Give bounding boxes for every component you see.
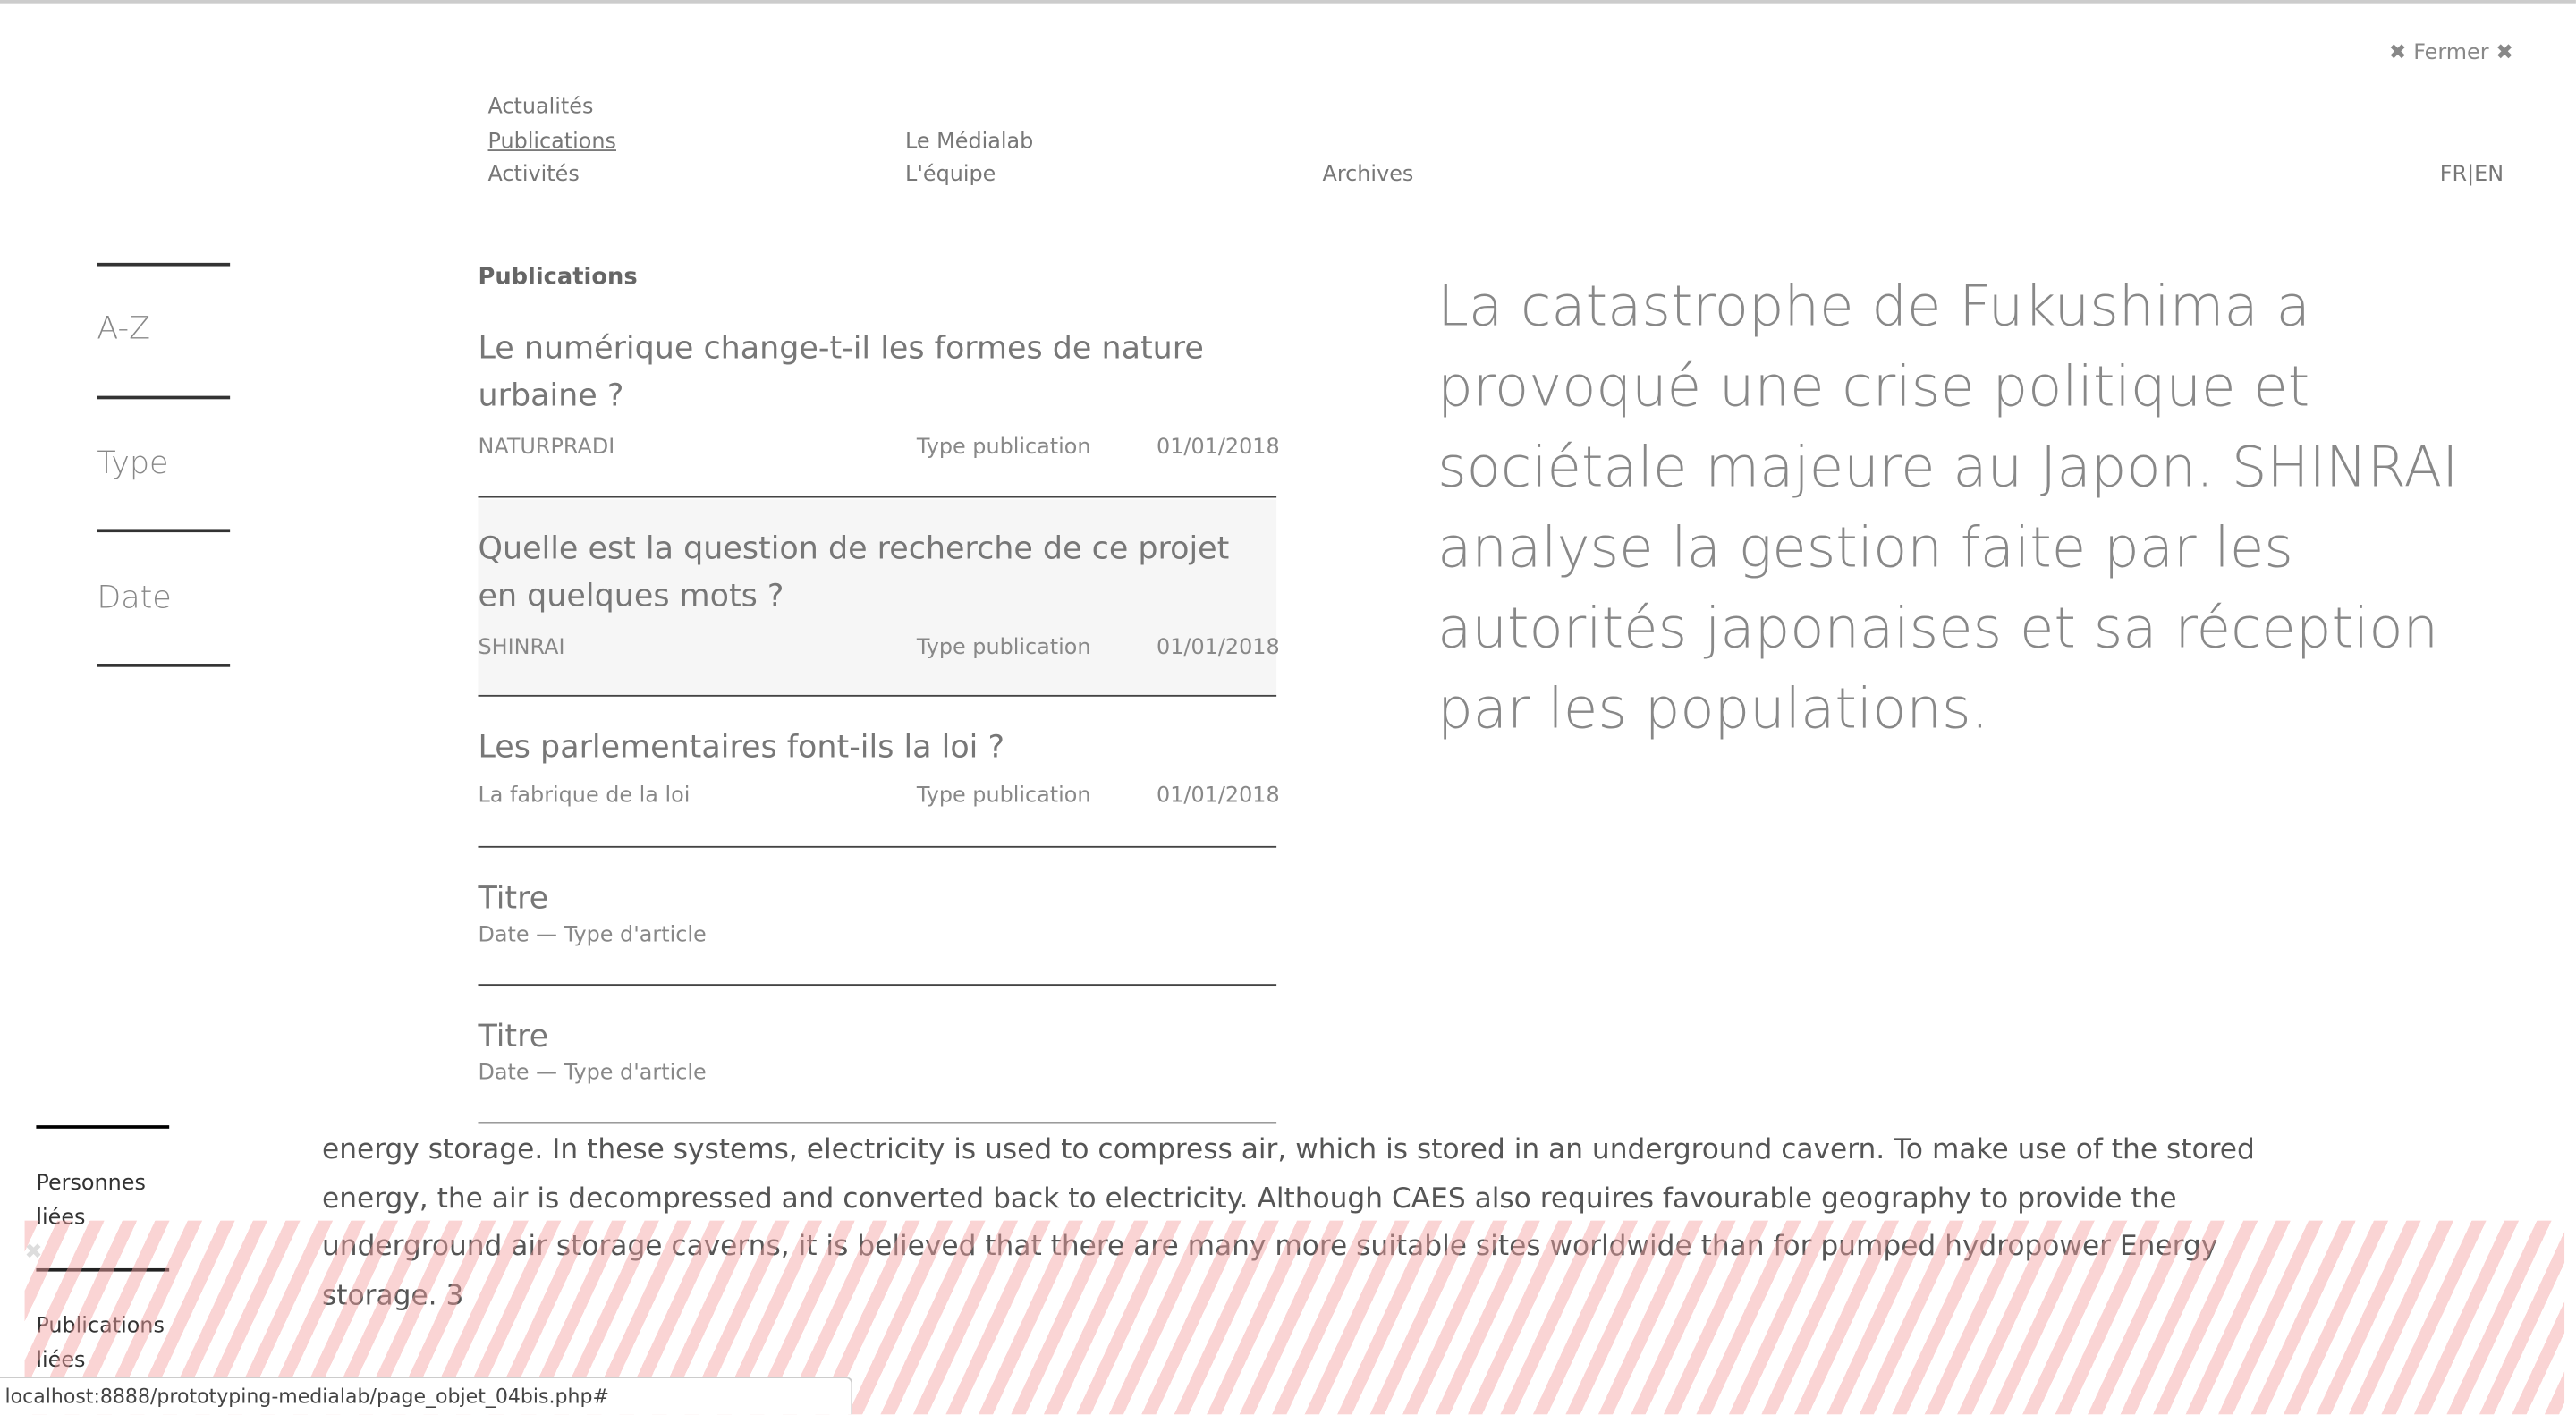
divider xyxy=(36,1125,170,1129)
close-icon[interactable]: ✖ xyxy=(25,1241,43,1266)
filter-type[interactable]: Type xyxy=(97,445,168,481)
item-date: 01/01/2018 xyxy=(1157,435,1280,461)
divider xyxy=(97,262,231,266)
item-project: SHINRAI xyxy=(478,635,565,661)
close-icon: ✖ xyxy=(2496,40,2514,66)
publication-item[interactable]: Quelle est la question de recherche de c… xyxy=(478,499,1280,697)
nav-actualites[interactable]: Actualités xyxy=(487,96,593,121)
nav-link[interactable]: L'équipe xyxy=(905,163,996,188)
divider xyxy=(97,395,231,399)
item-project: La fabrique de la loi xyxy=(478,784,691,809)
item-meta: Date — Type d'article xyxy=(478,1061,707,1087)
close-button[interactable]: ✖ Fermer ✖ xyxy=(2389,41,2514,66)
publication-item[interactable]: Le numérique change-t-il les formes de n… xyxy=(478,326,1280,498)
divider xyxy=(97,529,231,532)
item-title[interactable]: Titre xyxy=(478,987,1276,1062)
item-title[interactable]: Titre xyxy=(478,850,1276,924)
nav-link[interactable]: Actualités xyxy=(487,96,593,121)
list-heading: Publications xyxy=(478,264,638,292)
close-label: Fermer xyxy=(2413,40,2489,66)
nav-publications[interactable]: Publications xyxy=(487,130,615,155)
item-title[interactable]: Le numérique change-t-il les formes de n… xyxy=(478,326,1276,421)
item-title[interactable]: Quelle est la question de recherche de c… xyxy=(478,499,1276,621)
item-type: Type publication xyxy=(916,435,1091,461)
nav-archives[interactable]: Archives xyxy=(1323,163,1414,188)
body-text: energy storage. In these systems, electr… xyxy=(321,1133,2255,1312)
nav-link[interactable]: Activités xyxy=(487,163,579,188)
language-switch[interactable]: FR|EN xyxy=(2440,163,2504,188)
filter-date[interactable]: Date xyxy=(97,580,171,615)
item-meta: Date — Type d'article xyxy=(478,923,707,948)
publication-item[interactable]: Titre Date — Type d'article xyxy=(478,850,1277,987)
item-title[interactable]: Les parlementaires font-ils la loi ? xyxy=(478,699,1276,773)
nav-link[interactable]: Archives xyxy=(1323,163,1414,188)
related-publications-link[interactable]: Publications liées xyxy=(36,1309,183,1378)
nav-link[interactable]: Le Médialab xyxy=(905,130,1033,155)
filter-az[interactable]: A-Z xyxy=(97,310,150,346)
top-border xyxy=(0,0,2576,4)
item-project: NATURPRADI xyxy=(478,435,615,461)
item-date: 01/01/2018 xyxy=(1157,784,1280,809)
item-type: Type publication xyxy=(916,635,1091,661)
publication-item[interactable]: Les parlementaires font-ils la loi ? La … xyxy=(478,699,1280,848)
status-bar-url: localhost:8888/prototyping-medialab/page… xyxy=(0,1377,853,1415)
item-date: 01/01/2018 xyxy=(1157,635,1280,661)
project-summary: La catastrophe de Fukushima a provoqué u… xyxy=(1437,274,2459,743)
nav-activites[interactable]: Activités xyxy=(487,163,579,188)
related-people-link[interactable]: Personnes liées xyxy=(36,1166,183,1235)
divider xyxy=(36,1267,170,1272)
nav-equipe[interactable]: L'équipe xyxy=(905,163,996,188)
item-type: Type publication xyxy=(916,784,1091,809)
divider xyxy=(97,664,231,666)
publication-item[interactable]: Titre Date — Type d'article xyxy=(478,987,1277,1124)
nav-link[interactable]: Publications xyxy=(487,130,615,155)
close-icon: ✖ xyxy=(2388,40,2407,66)
page: ✖ Fermer ✖ Actualités Publications Activ… xyxy=(0,0,2576,1415)
nav-medialab[interactable]: Le Médialab xyxy=(905,130,1033,155)
